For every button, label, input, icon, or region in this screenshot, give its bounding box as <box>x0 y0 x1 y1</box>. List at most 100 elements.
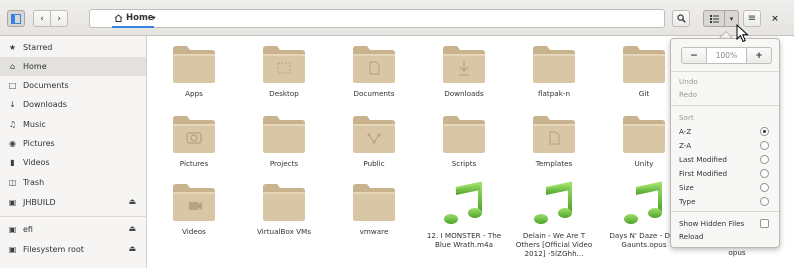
view-mode-button[interactable] <box>703 10 725 27</box>
sidebar-item-home[interactable]: ⌂ Home <box>0 57 146 76</box>
folder-item[interactable]: Apps <box>150 43 238 98</box>
zoom-out-button[interactable]: − <box>681 47 707 64</box>
show-hidden-checkbox[interactable] <box>760 219 769 228</box>
sort-option-label: Size <box>679 183 694 192</box>
search-icon <box>676 14 686 23</box>
folder-item[interactable]: Downloads <box>420 43 508 98</box>
sidebar-item-documents[interactable]: □ Documents <box>0 76 146 95</box>
caret-down-icon[interactable]: ▾ <box>152 14 156 22</box>
file-label: VirtualBox VMs <box>257 227 311 236</box>
file-label: Delain - We Are T Others [Official Video… <box>515 231 593 258</box>
sidebar-item-label: Documents <box>23 81 69 90</box>
sort-heading: Sort <box>679 113 694 122</box>
folder-item[interactable]: Public <box>330 113 418 168</box>
folder-item[interactable]: VirtualBox VMs <box>240 181 328 236</box>
sidebar-toggle-button[interactable] <box>7 10 25 27</box>
sort-option-item[interactable]: First Modified <box>679 167 773 180</box>
sort-option-item[interactable]: Last Modified <box>679 153 773 166</box>
sort-radio[interactable] <box>760 141 769 150</box>
sort-option-item[interactable]: Type <box>679 195 773 208</box>
trash-icon: ◫ <box>8 178 17 187</box>
sidebar-item-label: Trash <box>23 178 45 187</box>
plus-icon: + <box>755 50 763 61</box>
download-icon: ↓ <box>9 100 16 109</box>
folder-icon <box>353 184 395 221</box>
sort-radio[interactable] <box>760 197 769 206</box>
home-icon <box>114 14 123 22</box>
header-bar: ‹ › Home ▾ ▾ ≡ × <box>0 0 794 36</box>
folder-item[interactable]: Scripts <box>420 113 508 168</box>
sidebar-item-jhbuild[interactable]: ▣ JHBUILD ⏏ <box>0 193 146 212</box>
folder-icon <box>623 46 665 83</box>
camera-icon: ◉ <box>9 139 16 148</box>
folder-item[interactable]: Videos <box>150 181 238 236</box>
grid-view-icon <box>709 14 719 23</box>
folder-icon <box>443 116 485 153</box>
undo-item[interactable]: Undo <box>679 75 773 88</box>
sidebar-item-videos[interactable]: ▮ Videos <box>0 153 146 172</box>
eject-icon[interactable]: ⏏ <box>128 244 136 253</box>
file-item[interactable]: Delain - We Are T Others [Official Video… <box>510 181 598 258</box>
folder-icon <box>623 116 665 153</box>
sidebar-item-music[interactable]: ♫ Music <box>0 115 146 134</box>
chevron-left-icon: ‹ <box>40 13 44 24</box>
sort-radio[interactable] <box>760 183 769 192</box>
file-label: opus <box>728 248 746 257</box>
folder-item[interactable]: flatpak-n <box>510 43 598 98</box>
search-button[interactable] <box>672 10 690 27</box>
path-bar[interactable]: Home ▾ <box>89 9 665 28</box>
sidebar-item-efi[interactable]: ▣ efi ⏏ <box>0 220 146 239</box>
sort-option-item[interactable]: Z-A <box>679 139 773 152</box>
eject-icon[interactable]: ⏏ <box>128 197 136 206</box>
back-button[interactable]: ‹ <box>33 10 51 27</box>
file-item[interactable]: 12. I MONSTER - The Blue Wrath.m4a <box>420 181 508 249</box>
caret-down-icon: ▾ <box>729 14 734 23</box>
sidebar-item-downloads[interactable]: ↓ Downloads <box>0 95 146 114</box>
sidebar-item-starred[interactable]: ★ Starred <box>0 38 146 57</box>
zoom-level[interactable]: 100% <box>707 47 746 64</box>
sidebar-item-filesystem-root[interactable]: ▣ Filesystem root ⏏ <box>0 240 146 259</box>
eject-icon[interactable]: ⏏ <box>128 224 136 233</box>
folder-item[interactable]: Projects <box>240 113 328 168</box>
sidebar-item-label: Filesystem root <box>23 245 84 254</box>
popover-separator <box>671 71 779 72</box>
sort-option-label: Last Modified <box>679 155 727 164</box>
folder-icon <box>173 46 215 83</box>
file-label: flatpak-n <box>537 89 571 98</box>
sort-radio[interactable] <box>760 127 769 136</box>
file-label: Pictures <box>179 159 209 168</box>
folder-icon <box>263 46 305 83</box>
show-hidden-files-item[interactable]: Show Hidden Files <box>679 217 773 230</box>
folder-item[interactable]: Pictures <box>150 113 238 168</box>
path-home-button[interactable]: Home <box>114 13 154 23</box>
zoom-in-button[interactable]: + <box>746 47 772 64</box>
hamburger-icon: ≡ <box>747 13 757 24</box>
sort-option-item[interactable]: Size <box>679 181 773 194</box>
close-button[interactable]: × <box>767 10 783 27</box>
file-item-partial[interactable]: opus <box>697 248 777 257</box>
file-label: Downloads <box>444 89 484 98</box>
path-active-indicator <box>112 26 154 28</box>
folder-item[interactable]: Documents <box>330 43 418 98</box>
sidebar-item-label: Home <box>23 62 47 71</box>
file-label: Videos <box>182 227 206 236</box>
sidebar-item-trash[interactable]: ◫ Trash <box>0 173 146 192</box>
folder-item[interactable]: Templates <box>510 113 598 168</box>
sidebar-item-pictures[interactable]: ◉ Pictures <box>0 134 146 153</box>
file-label: Apps <box>185 89 203 98</box>
reload-item[interactable]: Reload <box>679 230 773 243</box>
sidebar-item-label: Videos <box>23 158 50 167</box>
folder-item[interactable]: vmware <box>330 181 418 236</box>
sort-option-item[interactable]: A-Z <box>679 125 773 138</box>
file-label: Public <box>363 159 385 168</box>
sort-radio[interactable] <box>760 155 769 164</box>
forward-button[interactable]: › <box>50 10 68 27</box>
folder-icon <box>263 116 305 153</box>
file-label: Templates <box>535 159 573 168</box>
sort-radio[interactable] <box>760 169 769 178</box>
folder-item[interactable]: Desktop <box>240 43 328 98</box>
music-file-icon <box>534 181 572 224</box>
file-label: 12. I MONSTER - The Blue Wrath.m4a <box>426 231 502 249</box>
redo-item[interactable]: Redo <box>679 88 773 101</box>
folder-icon <box>173 116 215 153</box>
